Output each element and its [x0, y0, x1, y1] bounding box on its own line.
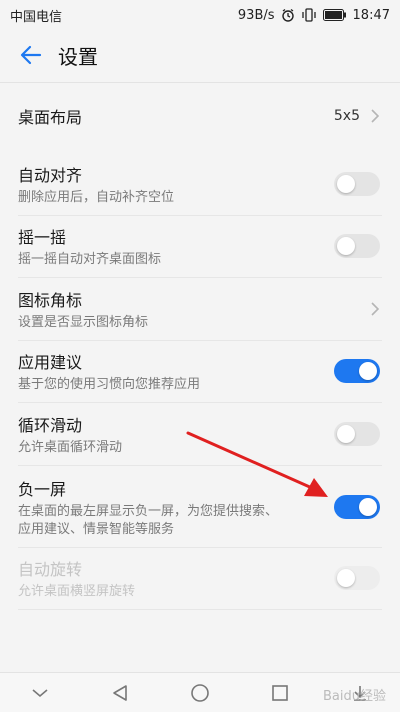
setting-subtitle-line2: 应用建议、情景智能等服务: [18, 521, 175, 537]
alarm-icon: [281, 8, 294, 22]
setting-title: 自动对齐: [18, 165, 83, 185]
loop-scroll-toggle[interactable]: [334, 422, 380, 446]
setting-title: 应用建议: [18, 352, 83, 372]
setting-title: 图标角标: [18, 290, 83, 310]
setting-icon-badge[interactable]: 图标角标 设置是否显示图标角标: [0, 279, 400, 339]
watermark: Baidu经验: [323, 689, 386, 704]
nav-back-icon: [113, 684, 127, 701]
system-nav-bar: Baidu经验: [0, 672, 400, 712]
setting-title: 自动旋转: [18, 559, 83, 579]
setting-shake[interactable]: 摇一摇 摇一摇自动对齐桌面图标: [0, 216, 400, 276]
network-speed: 93B/s: [237, 7, 275, 23]
back-arrow-icon: [20, 45, 42, 65]
setting-subtitle: 删除应用后，自动补齐空位: [18, 189, 175, 205]
app-suggestion-toggle[interactable]: [334, 359, 380, 383]
setting-subtitle-line1: 在桌面的最左屏显示负一屏，为您提供搜索、: [18, 503, 279, 519]
setting-title: 负一屏: [18, 479, 67, 499]
shake-toggle[interactable]: [334, 234, 380, 258]
setting-auto-rotate: 自动旋转 允许桌面横竖屏旋转: [0, 548, 400, 608]
status-icons: 93B/s 18:47: [238, 8, 390, 23]
nav-down-button[interactable]: [15, 674, 65, 712]
header-divider: [0, 82, 400, 83]
setting-app-suggestion[interactable]: 应用建议 基于您的使用习惯向您推荐应用: [0, 341, 400, 401]
setting-auto-align[interactable]: 自动对齐 删除应用后，自动补齐空位: [0, 154, 400, 214]
row-divider: [18, 277, 382, 278]
row-divider: [18, 465, 382, 466]
setting-minus-one-screen[interactable]: 负一屏 在桌面的最左屏显示负一屏，为您提供搜索、 应用建议、情景智能等服务: [0, 468, 400, 546]
setting-subtitle: 允许桌面横竖屏旋转: [18, 583, 136, 599]
vibrate-icon: [301, 8, 316, 22]
row-divider: [18, 402, 382, 403]
setting-desktop-layout[interactable]: 桌面布局 5x5: [0, 88, 400, 144]
page-title: 设置: [58, 44, 98, 69]
auto-align-toggle[interactable]: [334, 172, 380, 196]
row-divider: [18, 609, 382, 610]
setting-subtitle: 基于您的使用习惯向您推荐应用: [18, 376, 201, 392]
battery-icon: [322, 9, 346, 21]
status-bar: 中国电信 93B/s 18:47: [0, 0, 400, 30]
back-button[interactable]: [8, 32, 54, 78]
nav-home-icon: [191, 683, 209, 702]
nav-back-button[interactable]: [95, 674, 145, 712]
nav-recents-icon: [272, 684, 288, 701]
setting-subtitle: 允许桌面循环滑动: [18, 439, 123, 455]
layout-value: 5x5: [333, 108, 360, 124]
setting-subtitle: 设置是否显示图标角标: [18, 314, 149, 330]
app-bar: 设置: [0, 30, 400, 80]
setting-loop-scroll[interactable]: 循环滑动 允许桌面循环滑动: [0, 404, 400, 464]
carrier-label: 中国电信: [10, 9, 63, 25]
minus-one-screen-toggle[interactable]: [334, 495, 380, 519]
nav-down-icon: [32, 688, 48, 697]
chevron-right-icon: [371, 302, 380, 316]
nav-recents-button[interactable]: [255, 674, 305, 712]
auto-rotate-toggle: [334, 566, 380, 590]
clock: 18:47: [352, 7, 390, 23]
nav-home-button[interactable]: [175, 674, 225, 712]
setting-title: 桌面布局: [18, 108, 83, 127]
setting-title: 摇一摇: [18, 227, 67, 247]
setting-subtitle: 摇一摇自动对齐桌面图标: [18, 251, 162, 267]
setting-title: 循环滑动: [18, 415, 83, 435]
chevron-right-icon: [371, 109, 380, 123]
